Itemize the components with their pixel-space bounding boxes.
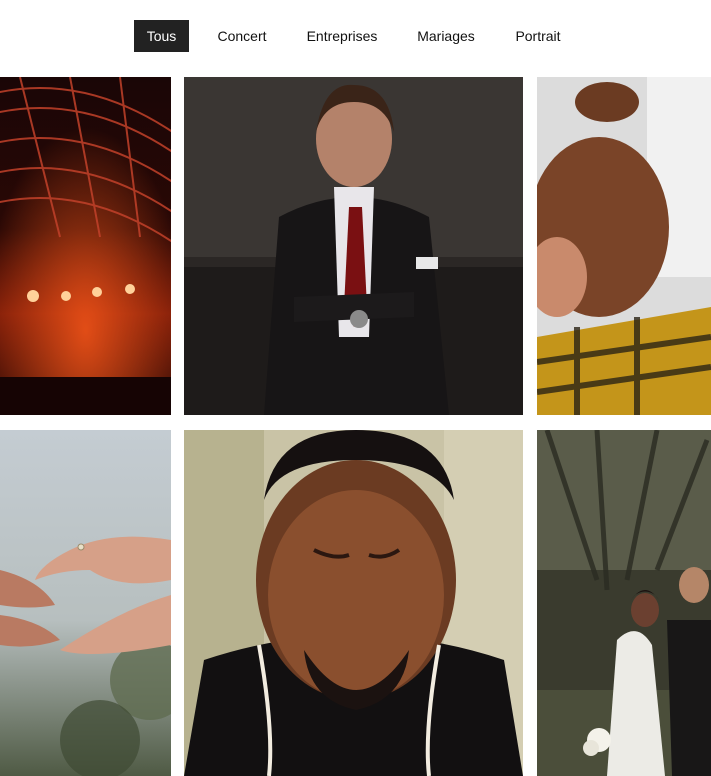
filter-mariages-button[interactable]: Mariages xyxy=(417,20,475,52)
businessman-photo xyxy=(184,77,523,415)
filter-tous-button[interactable]: Tous xyxy=(134,20,189,52)
gallery-image-man-portrait[interactable] xyxy=(184,430,523,776)
hands-photo xyxy=(0,430,171,776)
filter-portrait-button[interactable]: Portrait xyxy=(515,20,560,52)
gallery-filter-bar: Tous Concert Entreprises Mariages Portra… xyxy=(134,20,561,52)
filter-entreprises-button[interactable]: Entreprises xyxy=(307,20,378,52)
gallery-image-wedding-couple[interactable] xyxy=(537,430,711,776)
wedding-couple-photo xyxy=(537,430,711,776)
gallery-image-hands[interactable] xyxy=(0,430,171,776)
filter-concert-button[interactable]: Concert xyxy=(217,20,266,52)
woman-plaid-photo xyxy=(537,77,711,415)
man-portrait-photo xyxy=(184,430,523,776)
gallery-image-woman-plaid[interactable] xyxy=(537,77,711,415)
portfolio-page: Tous Concert Entreprises Mariages Portra… xyxy=(0,0,711,776)
concert-photo xyxy=(0,77,171,415)
gallery-image-concert[interactable] xyxy=(0,77,171,415)
gallery-image-businessman[interactable] xyxy=(184,77,523,415)
